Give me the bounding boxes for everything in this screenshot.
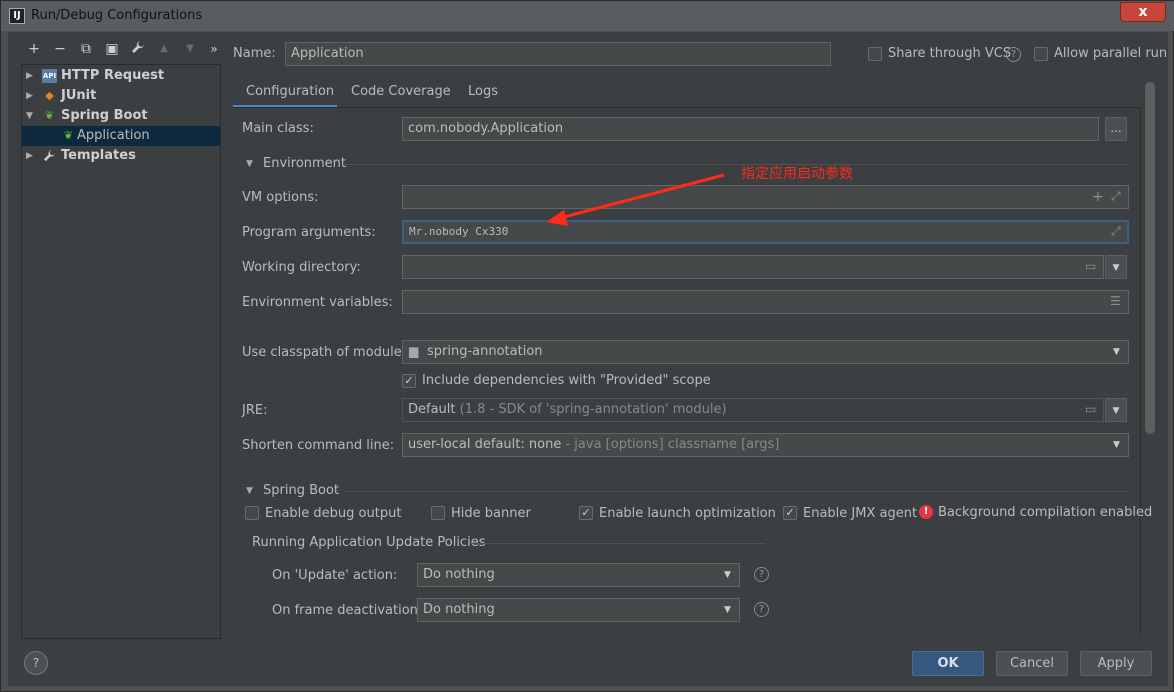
title-bar: IJ Run/Debug Configurations x — [1, 1, 1174, 31]
window-title: Run/Debug Configurations — [31, 8, 203, 23]
cancel-button[interactable]: Cancel — [996, 651, 1068, 676]
intellij-icon: IJ — [9, 8, 25, 24]
dialog-content: + − ⧉ ▣ ▲ ▼ » ▶ API HTTP Request ▶ ◆ JUn… — [8, 32, 1168, 686]
help-button[interactable]: ? — [24, 651, 48, 675]
ok-button[interactable]: OK — [912, 651, 984, 676]
annotation-text: 指定应用启动参数 — [741, 166, 853, 182]
apply-button[interactable]: Apply — [1080, 651, 1152, 676]
close-button[interactable]: x — [1120, 2, 1166, 22]
dialog-window: IJ Run/Debug Configurations x + − ⧉ ▣ ▲ … — [0, 0, 1174, 692]
annotation-arrow — [546, 173, 725, 226]
